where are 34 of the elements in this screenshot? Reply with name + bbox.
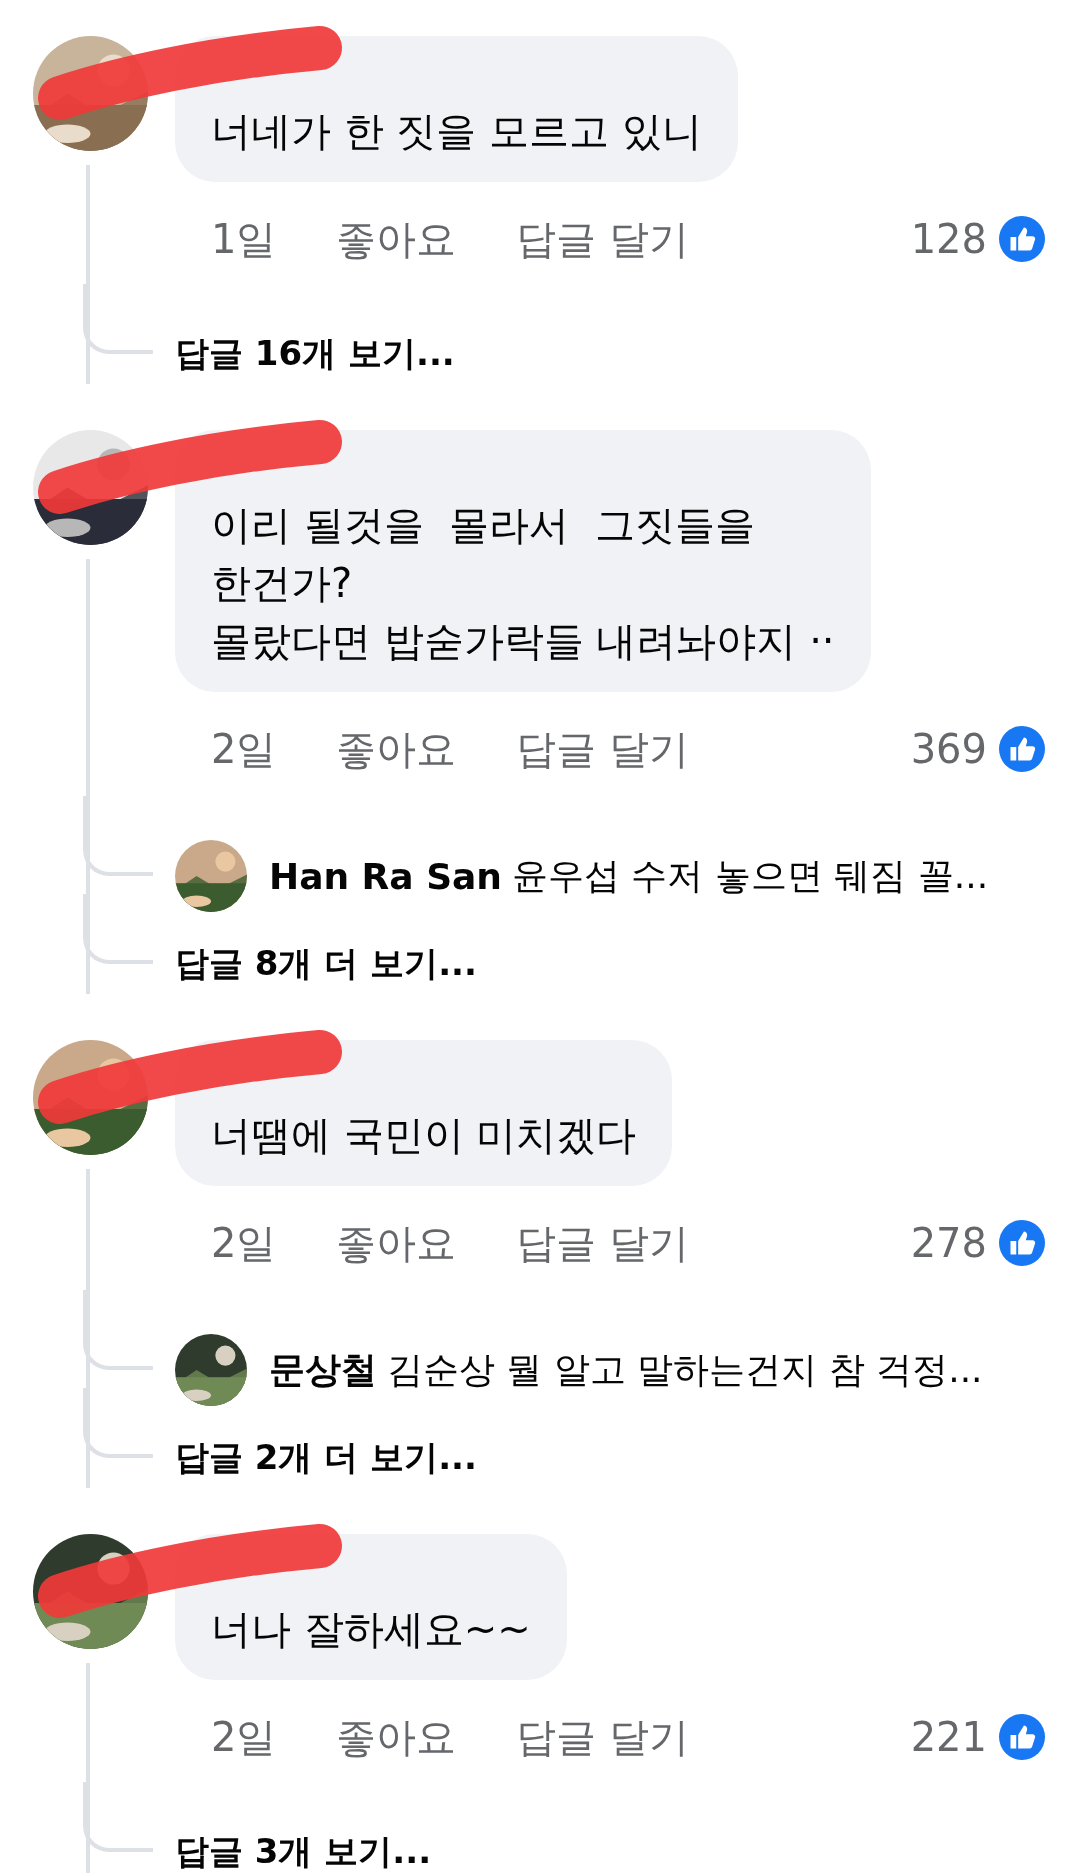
reply-preview: 윤우섭 수저 놓으면 뒈짐 꼴... [512, 853, 989, 898]
like-button[interactable]: 좋아요 [336, 1709, 457, 1765]
reaction-count: 128 [910, 216, 987, 262]
reply-author[interactable]: Han Ra San [269, 855, 502, 897]
reaction-count: 221 [910, 1714, 987, 1760]
comment-time: 2일 [211, 1712, 277, 1762]
comment-text: 이리 될것을 몰라서 그짓들을 [211, 501, 756, 550]
reaction-count: 278 [910, 1220, 987, 1266]
comment-time: 2일 [211, 724, 277, 774]
like-button[interactable]: 좋아요 [336, 1215, 457, 1271]
comment-time: 1일 [211, 214, 277, 264]
view-replies-link[interactable]: 답글 3개 보기... [175, 1829, 432, 1873]
comment-text: 너땜에 국민이 미치겠다 [211, 1111, 637, 1160]
like-icon [999, 216, 1045, 262]
comment-time: 2일 [211, 1218, 277, 1268]
reaction-count: 369 [910, 726, 987, 772]
like-icon [999, 1714, 1045, 1760]
comment-text: 몰랐다면 밥숟가락들 내려놔야지 ·· [211, 617, 835, 666]
reply-preview: 김순상 뭘 알고 말하는건지 참 걱정... [387, 1347, 983, 1392]
comment-text: 한건가? [211, 559, 354, 608]
reply-button[interactable]: 답글 달기 [516, 211, 690, 267]
reply-button[interactable]: 답글 달기 [516, 721, 690, 777]
reply-button[interactable]: 답글 달기 [516, 1709, 690, 1765]
like-icon [999, 726, 1045, 772]
comment-text: 너나 잘하세요~~ [211, 1605, 531, 1654]
reply-author[interactable]: 문상철 [269, 1345, 377, 1395]
like-button[interactable]: 좋아요 [336, 721, 457, 777]
view-replies-link[interactable]: 답글 8개 더 보기... [175, 941, 477, 987]
like-icon [999, 1220, 1045, 1266]
view-replies-link[interactable]: 답글 16개 보기... [175, 331, 455, 377]
reply-button[interactable]: 답글 달기 [516, 1215, 690, 1271]
like-button[interactable]: 좋아요 [336, 211, 457, 267]
view-replies-link[interactable]: 답글 2개 더 보기... [175, 1435, 477, 1481]
comment-text: 너네가 한 짓을 모르고 있니 [211, 107, 702, 156]
